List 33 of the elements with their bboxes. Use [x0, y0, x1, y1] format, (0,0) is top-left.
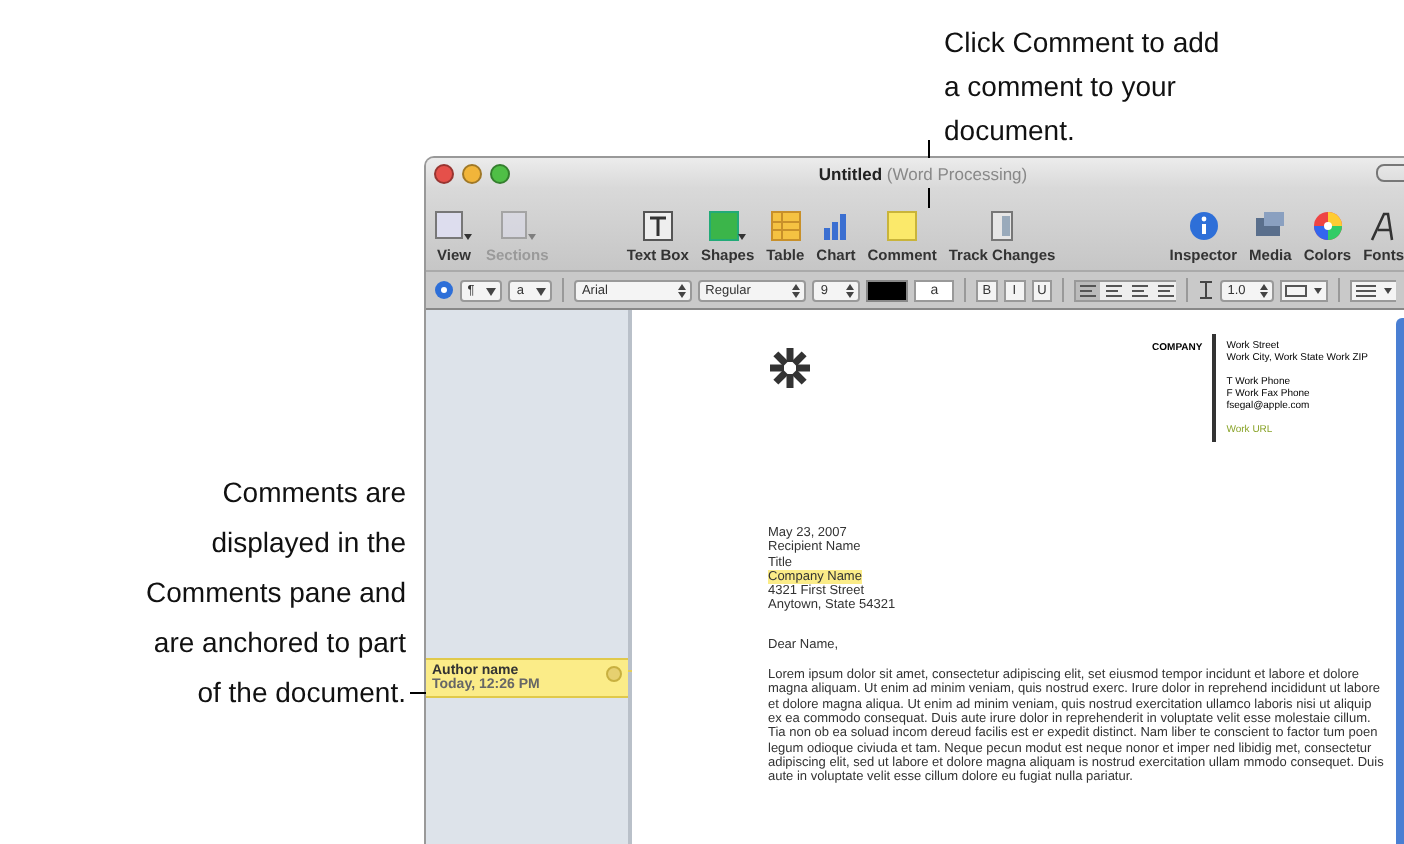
page-sections-icon: [497, 210, 538, 242]
bar-chart-icon: [819, 210, 852, 242]
callout-text: Comments are displayed in the Comments pane and are anchored to part of the document.: [146, 474, 406, 712]
line-spacing-icon: [1197, 280, 1214, 300]
minimize-button[interactable]: [462, 163, 482, 183]
close-button[interactable]: [434, 163, 454, 183]
stepper-arrows-icon: [1260, 283, 1269, 297]
stepper-arrows-icon: [792, 283, 801, 297]
asterisk-logo-icon: [768, 346, 812, 390]
zoom-button[interactable]: [490, 163, 510, 183]
toolbar-toggle-button[interactable]: [1376, 164, 1404, 182]
media-icon: [1254, 210, 1287, 242]
stepper-arrows-icon: [677, 283, 686, 297]
sticky-note-icon: [886, 210, 919, 242]
caret-icon: [536, 287, 546, 295]
styles-drawer-icon[interactable]: [434, 280, 454, 300]
list-popup-icon[interactable]: [1349, 279, 1396, 301]
callout-text: Click Comment to add a comment to your document.: [944, 24, 1220, 150]
document-icon: [986, 210, 1019, 242]
scroll-bar[interactable]: [1396, 318, 1404, 844]
page-view-icon: [434, 210, 474, 242]
square-icon: [707, 210, 748, 242]
alignment-buttons-icon[interactable]: [1074, 279, 1176, 301]
color-wheel-icon: [1311, 210, 1344, 242]
text-color-well[interactable]: [865, 279, 909, 301]
text-box-icon: [641, 210, 674, 242]
stepper-arrows-icon: [845, 283, 854, 297]
columns-popup-icon[interactable]: [1280, 279, 1328, 301]
info-icon: [1187, 210, 1220, 242]
caret-icon: [486, 287, 497, 295]
table-icon: [769, 210, 802, 242]
leader-line: [410, 692, 426, 694]
window-title: Untitled (Word Processing): [816, 163, 1030, 183]
